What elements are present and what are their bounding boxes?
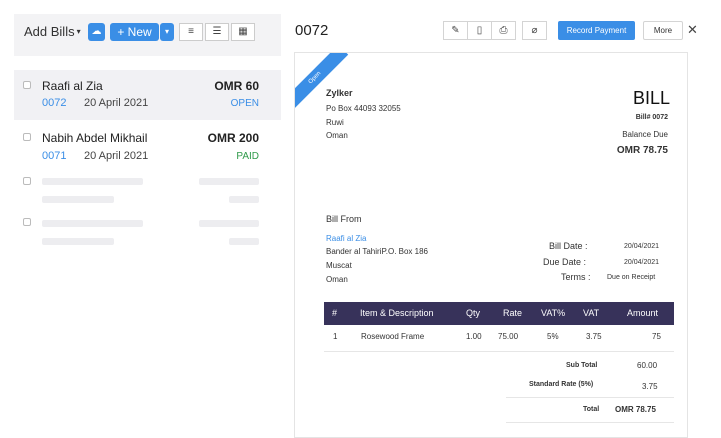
more-button[interactable]: More — [643, 21, 683, 40]
column-header: # — [332, 308, 338, 318]
new-bill-button[interactable]: + New — [110, 23, 159, 41]
status-badge: OPEN — [230, 98, 259, 109]
bill-document: Open Zylker Po Box 44093 32055 Ruwi Oman… — [294, 52, 688, 438]
due-date: 20/04/2021 — [624, 259, 660, 266]
bill-vendor: Raafi al Zia — [42, 79, 103, 93]
items-table-header: # Item & Description Qty Rate VAT% VAT A… — [324, 302, 674, 325]
cloud-icon[interactable]: ☁ — [88, 23, 105, 41]
bills-filter-label: Add Bills — [24, 24, 75, 39]
detail-view-icon[interactable]: ☰ — [205, 23, 229, 41]
loading-placeholder — [42, 178, 143, 185]
vendor-address: Muscat — [326, 261, 352, 270]
printer-icon[interactable]: ⎙ — [491, 21, 516, 40]
sub-total-label: Sub Total — [566, 362, 598, 369]
balance-due: OMR 78.75 — [616, 145, 668, 156]
document-heading: BILL — [632, 88, 670, 108]
bill-date: 20 April 2021 — [84, 150, 149, 162]
bill-list-item[interactable]: Raafi al Zia OMR 60 0072 20 April 2021 O… — [14, 70, 281, 120]
loading-placeholder — [42, 238, 114, 245]
vendor-link[interactable]: Raafi al Zia — [326, 234, 366, 243]
balance-due-label: Balance Due — [622, 130, 668, 139]
bill-number-link[interactable]: 0071 — [42, 150, 66, 162]
bill-amount: OMR 200 — [207, 131, 259, 145]
table-cell: 1 — [333, 332, 338, 341]
table-cell: Rosewood Frame — [361, 332, 425, 341]
table-cell: 5% — [547, 332, 559, 341]
column-header: VAT% — [541, 308, 566, 318]
company-address: Ruwi — [326, 118, 344, 127]
total: OMR 78.75 — [615, 405, 656, 414]
list-view-icon[interactable]: ≡ — [179, 23, 203, 41]
row-checkbox[interactable] — [23, 218, 31, 226]
vendor-address: Oman — [326, 275, 348, 284]
row-checkbox[interactable] — [23, 133, 31, 141]
loading-placeholder — [229, 238, 259, 245]
bill-title: 0072 — [295, 22, 329, 39]
loading-placeholder — [199, 220, 259, 227]
company-name: Zylker — [326, 88, 353, 98]
due-date-label: Due Date : — [543, 257, 587, 267]
terms-label: Terms : — [561, 272, 591, 282]
chevron-down-icon: ▾ — [164, 27, 169, 36]
status-badge: PAID — [236, 151, 259, 162]
new-dropdown-button[interactable]: ▾ — [160, 23, 174, 41]
close-icon[interactable]: ✕ — [687, 22, 698, 38]
vendor-address: Bander al TahiriP.O. Box 186 — [326, 247, 428, 256]
pencil-icon[interactable]: ✎ — [443, 21, 468, 40]
company-address: Oman — [326, 131, 348, 140]
attachment-icon[interactable]: ⌀ — [522, 21, 547, 40]
bill-vendor: Nabih Abdel Mikhail — [42, 131, 148, 145]
row-checkbox[interactable] — [23, 177, 31, 185]
sub-total: 60.00 — [637, 361, 658, 370]
bill-number-link[interactable]: 0072 — [42, 97, 66, 109]
table-cell: 75 — [652, 332, 661, 341]
bill-list-pane: Add Bills ▾ ☁ + New ▾ ≡ ☰ ▦ Raafi al Zia … — [14, 14, 281, 438]
status-ribbon: Open — [295, 53, 349, 112]
divider — [506, 397, 674, 398]
company-address: Po Box 44093 32055 — [326, 104, 401, 113]
column-header: Rate — [503, 308, 523, 318]
column-header: Item & Description — [360, 308, 434, 318]
loading-placeholder — [199, 178, 259, 185]
divider — [324, 351, 674, 352]
pdf-icon[interactable]: ▯ — [467, 21, 492, 40]
total-label: Total — [583, 406, 600, 413]
bill-date: 20/04/2021 — [624, 243, 660, 250]
column-header: VAT — [583, 308, 600, 318]
table-cell: 3.75 — [586, 332, 602, 341]
column-header: Qty — [466, 308, 481, 318]
bills-filter-dropdown[interactable]: Add Bills ▾ — [24, 24, 81, 39]
bill-list-item[interactable]: Nabih Abdel Mikhail OMR 200 0071 20 Apri… — [14, 124, 281, 174]
loading-placeholder — [42, 220, 143, 227]
loading-placeholder — [42, 196, 114, 203]
row-checkbox[interactable] — [23, 81, 31, 89]
bill-date-label: Bill Date : — [549, 241, 588, 251]
record-payment-button[interactable]: Record Payment — [558, 21, 635, 40]
divider — [506, 422, 674, 423]
calendar-icon[interactable]: ▦ — [231, 23, 255, 41]
standard-rate: 3.75 — [642, 382, 658, 391]
standard-rate-label: Standard Rate (5%) — [529, 381, 594, 388]
bill-amount: OMR 60 — [214, 79, 259, 93]
column-header: Amount — [627, 308, 659, 318]
table-cell: 1.00 — [466, 332, 482, 341]
bill-from-label: Bill From — [326, 214, 362, 224]
loading-placeholder — [229, 196, 259, 203]
list-header: Add Bills ▾ ☁ + New ▾ ≡ ☰ ▦ — [14, 14, 281, 56]
chevron-down-icon: ▾ — [76, 27, 81, 36]
table-cell: 75.00 — [498, 332, 519, 341]
terms: Due on Receipt — [607, 274, 656, 281]
bill-number: Bill# 0072 — [635, 114, 668, 121]
bill-date: 20 April 2021 — [84, 97, 149, 109]
